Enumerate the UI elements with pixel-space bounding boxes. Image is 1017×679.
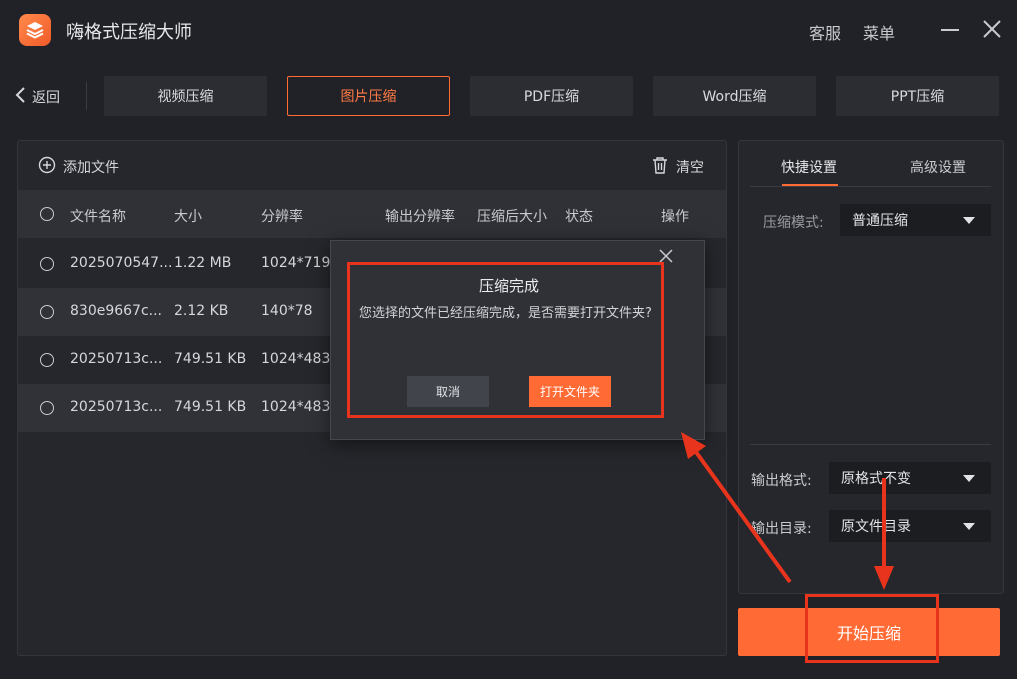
- file-resolution: 1024*483: [261, 351, 331, 367]
- column-header-status: 状态: [565, 209, 593, 225]
- tab-advanced-settings[interactable]: 高级设置: [910, 157, 966, 177]
- output-dir-label: 输出目录:: [751, 521, 812, 537]
- column-header-action: 操作: [661, 209, 689, 225]
- minimize-icon[interactable]: [941, 29, 959, 31]
- nav-divider: [86, 82, 87, 110]
- plus-circle-icon: [38, 156, 56, 178]
- column-header-name: 文件名称: [70, 209, 126, 225]
- tab-image-compress[interactable]: 图片压缩: [287, 76, 450, 116]
- column-header-size: 大小: [174, 209, 202, 225]
- back-label: 返回: [32, 90, 60, 106]
- trash-icon: [652, 156, 668, 178]
- app-title: 嗨格式压缩大师: [66, 22, 192, 43]
- back-button[interactable]: 返回: [14, 84, 60, 110]
- file-resolution: 1024*719: [261, 255, 331, 271]
- output-format-select[interactable]: 原格式不变: [829, 462, 991, 494]
- column-header-output-resolution: 输出分辨率: [385, 209, 455, 225]
- column-header-resolution: 分辨率: [261, 209, 303, 225]
- close-window-icon[interactable]: [982, 19, 1002, 39]
- row-select-radio[interactable]: [40, 257, 54, 271]
- row-select-radio[interactable]: [40, 401, 54, 415]
- tab-pdf-compress[interactable]: PDF压缩: [470, 76, 633, 116]
- settings-bottom-divider: [750, 444, 991, 445]
- tab-video-compress[interactable]: 视频压缩: [104, 76, 267, 116]
- file-name: 830e9667c...: [70, 303, 163, 319]
- file-size: 2.12 KB: [174, 303, 229, 319]
- app-logo-icon: [19, 14, 51, 46]
- dropdown-arrow-icon: [963, 475, 975, 482]
- annotation-highlight-box: [805, 594, 939, 663]
- clear-button[interactable]: 清空: [652, 156, 704, 178]
- select-all-radio[interactable]: [40, 207, 54, 221]
- annotation-highlight-box: [347, 262, 664, 418]
- compression-mode-label: 压缩模式:: [763, 215, 824, 231]
- file-name: 20250713c...: [70, 399, 163, 415]
- column-header-compressed-size: 压缩后大小: [477, 209, 547, 225]
- file-name: 2025070547...: [70, 255, 173, 271]
- customer-service-link[interactable]: 客服: [809, 20, 841, 44]
- dialog-close-icon[interactable]: [659, 249, 673, 263]
- chevron-left-icon: [14, 86, 26, 108]
- tab-ppt-compress[interactable]: PPT压缩: [836, 76, 999, 116]
- file-size: 749.51 KB: [174, 351, 247, 367]
- file-resolution: 1024*483: [261, 399, 331, 415]
- clear-label: 清空: [676, 160, 704, 176]
- add-file-button[interactable]: 添加文件: [38, 156, 119, 178]
- dropdown-arrow-icon: [963, 523, 975, 530]
- file-name: 20250713c...: [70, 351, 163, 367]
- file-size: 749.51 KB: [174, 399, 247, 415]
- output-dir-value: 原文件目录: [841, 519, 911, 535]
- settings-divider: [750, 186, 991, 187]
- output-format-value: 原格式不变: [841, 471, 911, 487]
- menu-link[interactable]: 菜单: [863, 20, 895, 44]
- output-format-label: 输出格式:: [751, 473, 812, 489]
- file-resolution: 140*78: [261, 303, 313, 319]
- tab-quick-settings[interactable]: 快捷设置: [781, 157, 837, 177]
- output-dir-select[interactable]: 原文件目录: [829, 510, 991, 542]
- dropdown-arrow-icon: [963, 217, 975, 224]
- row-select-radio[interactable]: [40, 305, 54, 319]
- compression-mode-value: 普通压缩: [852, 213, 908, 229]
- file-size: 1.22 MB: [174, 255, 232, 271]
- tab-word-compress[interactable]: Word压缩: [653, 76, 816, 116]
- add-file-label: 添加文件: [63, 160, 119, 176]
- row-select-radio[interactable]: [40, 353, 54, 367]
- compression-mode-select[interactable]: 普通压缩: [840, 204, 991, 236]
